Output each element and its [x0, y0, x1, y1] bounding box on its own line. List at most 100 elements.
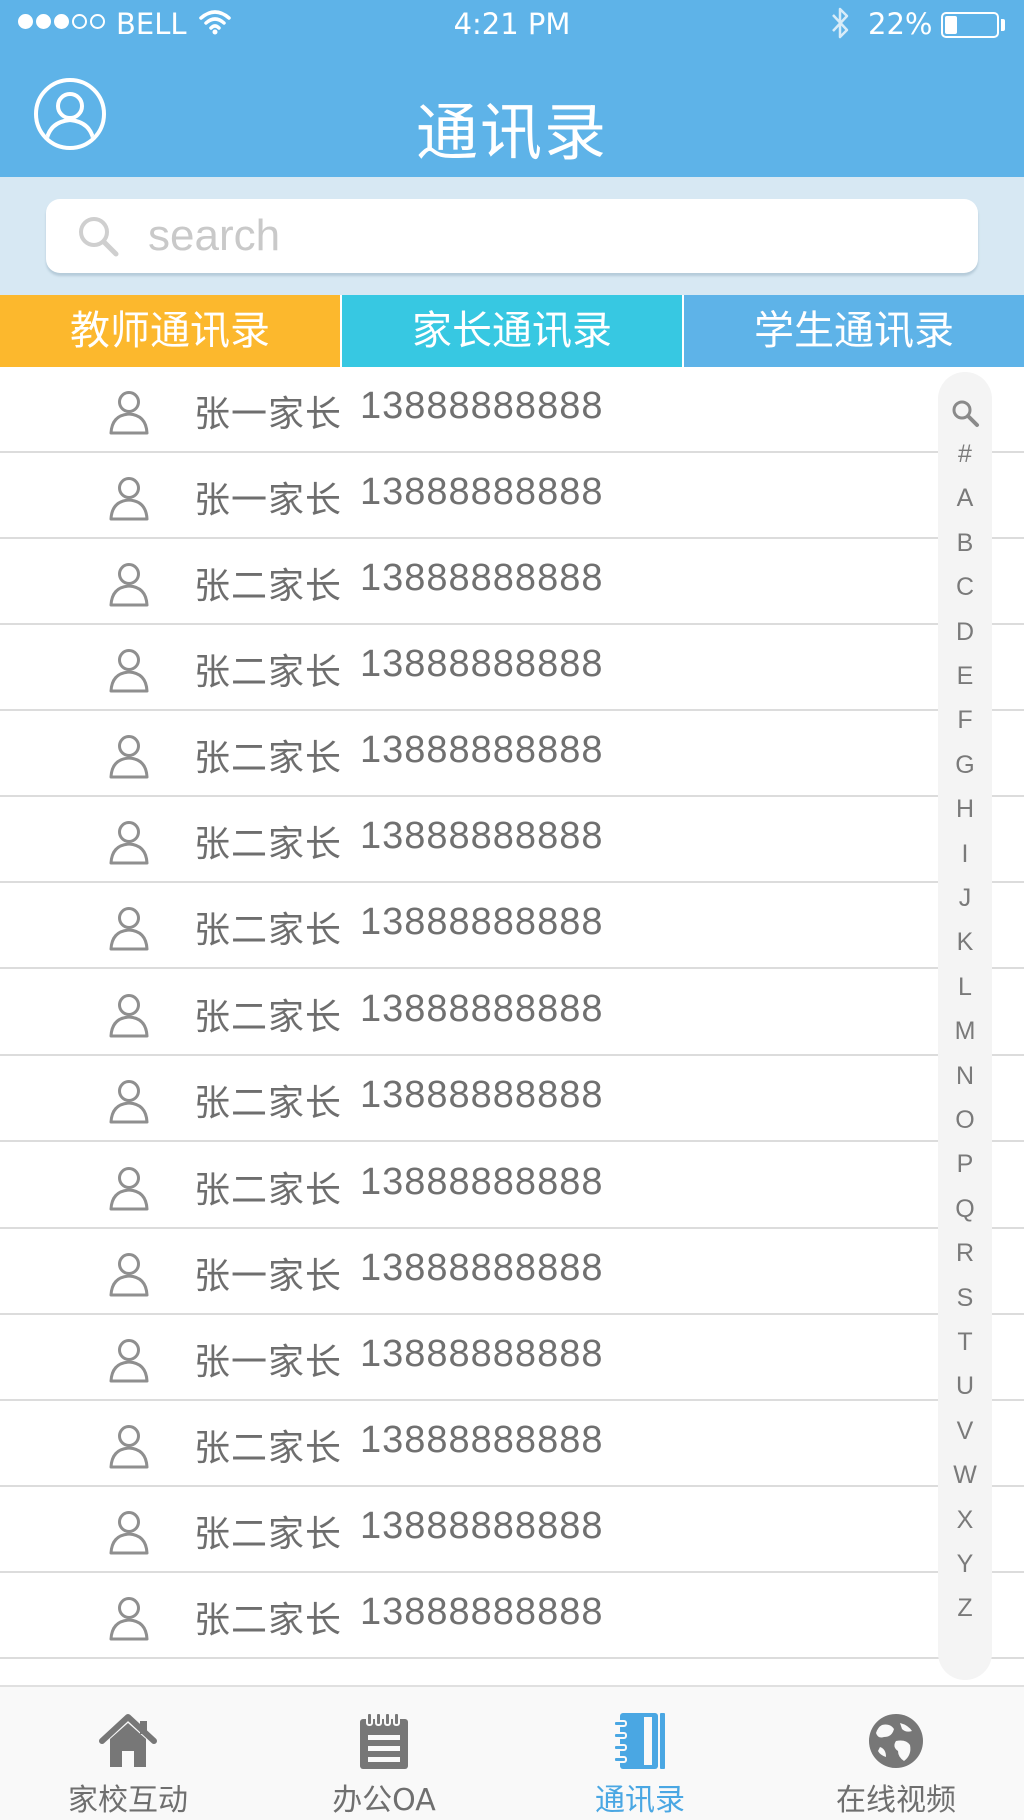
app-header: BELL 4:21 PM 22% 通讯录	[0, 0, 1024, 177]
index-letter[interactable]: W	[938, 1461, 992, 1490]
index-letter[interactable]: L	[938, 973, 992, 1002]
contact-name: 张二家长	[194, 1083, 343, 1124]
search-input[interactable]	[148, 199, 948, 273]
contact-row[interactable]: 张二家长 13888888888	[0, 1401, 1024, 1487]
address-book-icon	[613, 1713, 665, 1769]
contact-row[interactable]: 张二家长 13888888888	[0, 1487, 1024, 1573]
bluetooth-icon	[832, 7, 849, 39]
contact-row[interactable]: 张二家长 13888888888	[0, 1056, 1024, 1142]
contact-row[interactable]: 张二家长 13888888888	[0, 539, 1024, 625]
index-letter[interactable]: O	[938, 1106, 992, 1135]
index-letter[interactable]: J	[938, 884, 992, 913]
index-letter[interactable]: N	[938, 1062, 992, 1091]
index-letter[interactable]: Q	[938, 1195, 992, 1224]
index-letter[interactable]: G	[938, 751, 992, 780]
contact-name: 张一家长	[194, 1342, 343, 1383]
contact-phone: 13888888888	[360, 471, 604, 513]
contact-phone: 13888888888	[360, 1505, 604, 1547]
index-letter[interactable]: V	[938, 1417, 992, 1446]
tab-teacher-directory[interactable]: 教师通讯录	[0, 295, 340, 367]
contact-phone: 13888888888	[360, 1419, 604, 1461]
tabbar-label: 在线视频	[836, 1783, 956, 1818]
index-letter[interactable]: T	[938, 1328, 992, 1357]
person-icon	[109, 1597, 149, 1641]
battery-icon	[941, 12, 999, 38]
index-letter[interactable]: Y	[938, 1550, 992, 1579]
contact-row[interactable]: 张二家长 13888888888	[0, 625, 1024, 711]
person-icon	[109, 563, 149, 607]
tabbar-online-video[interactable]: 在线视频	[768, 1687, 1024, 1820]
tabbar-office-oa[interactable]: 办公OA	[256, 1687, 512, 1820]
battery-percentage: 22%	[868, 7, 933, 41]
person-icon	[109, 477, 149, 521]
tabbar-address-book[interactable]: 通讯录	[512, 1687, 768, 1820]
contact-name: 张一家长	[194, 394, 343, 435]
index-letter[interactable]: U	[938, 1372, 992, 1401]
index-letter[interactable]: X	[938, 1506, 992, 1535]
search-icon	[79, 217, 119, 257]
contact-name: 张二家长	[194, 652, 343, 693]
index-letter[interactable]: E	[938, 662, 992, 691]
contact-row[interactable]: 张二家长 13888888888	[0, 711, 1024, 797]
contact-name: 张一家长	[194, 480, 343, 521]
index-letter[interactable]: H	[938, 795, 992, 824]
person-icon	[109, 1425, 149, 1469]
index-letter[interactable]: #	[938, 440, 992, 469]
person-icon	[109, 1511, 149, 1555]
contact-phone: 13888888888	[360, 643, 604, 685]
person-icon	[109, 821, 149, 865]
alphabet-index[interactable]: # A B C D E F G H I J K L M N O P Q R S T U V W X Y Z	[938, 372, 992, 1680]
notepad-icon	[360, 1712, 408, 1769]
contact-name: 张二家长	[194, 997, 343, 1038]
index-letter[interactable]: P	[938, 1150, 992, 1179]
contact-row[interactable]: 张二家长 13888888888	[0, 797, 1024, 883]
index-letter[interactable]: M	[938, 1017, 992, 1046]
home-icon	[99, 1714, 157, 1767]
contact-phone: 13888888888	[360, 1333, 604, 1375]
tab-student-directory[interactable]: 学生通讯录	[682, 295, 1024, 367]
contact-phone: 13888888888	[360, 1161, 604, 1203]
contact-list[interactable]: 张一家长 13888888888 张一家长 13888888888 张二家长 138888…	[0, 367, 1024, 1685]
index-search-icon[interactable]	[950, 398, 980, 428]
contact-row[interactable]: 张二家长 13888888888	[0, 970, 1024, 1056]
index-letter[interactable]: R	[938, 1239, 992, 1268]
contact-phone: 13888888888	[360, 815, 604, 857]
contact-name: 张二家长	[194, 738, 343, 779]
index-letter[interactable]: F	[938, 706, 992, 735]
index-letter[interactable]: I	[938, 840, 992, 869]
index-letter[interactable]: C	[938, 573, 992, 602]
contact-name: 张二家长	[194, 824, 343, 865]
tabbar-label: 家校互动	[68, 1783, 188, 1818]
contact-row[interactable]: 张二家长 13888888888	[0, 883, 1024, 969]
tabbar-home-school[interactable]: 家校互动	[0, 1687, 256, 1820]
search-box[interactable]	[46, 199, 978, 273]
tabbar-label: 通讯录	[595, 1783, 685, 1818]
contact-phone: 13888888888	[360, 385, 604, 427]
person-icon	[109, 735, 149, 779]
contact-phone: 13888888888	[360, 901, 604, 943]
tabbar-label: 办公OA	[332, 1783, 436, 1818]
contact-phone: 13888888888	[360, 1074, 604, 1116]
contact-row[interactable]: 张二家长 13888888888	[0, 1573, 1024, 1659]
contact-row-partial[interactable]	[0, 1659, 1024, 1685]
index-letter[interactable]: B	[938, 529, 992, 558]
index-letter[interactable]: Z	[938, 1594, 992, 1623]
person-icon	[109, 1253, 149, 1297]
person-icon	[109, 391, 149, 435]
contact-name: 张二家长	[194, 566, 343, 607]
person-icon	[109, 1167, 149, 1211]
contact-row[interactable]: 张一家长 13888888888	[0, 453, 1024, 539]
index-letter[interactable]: D	[938, 618, 992, 647]
contact-row[interactable]: 张一家长 13888888888	[0, 1229, 1024, 1315]
globe-icon	[869, 1714, 923, 1768]
contact-row[interactable]: 张一家长 13888888888	[0, 1315, 1024, 1401]
status-bar: BELL 4:21 PM 22%	[0, 0, 1024, 48]
index-letter[interactable]: A	[938, 484, 992, 513]
contact-row[interactable]: 张二家长 13888888888	[0, 1143, 1024, 1229]
index-letter[interactable]: K	[938, 928, 992, 957]
index-letter[interactable]: S	[938, 1284, 992, 1313]
tab-parent-directory[interactable]: 家长通讯录	[340, 295, 682, 367]
person-icon	[109, 1080, 149, 1124]
contact-phone: 13888888888	[360, 557, 604, 599]
contact-row[interactable]: 张一家长 13888888888	[0, 367, 1024, 453]
